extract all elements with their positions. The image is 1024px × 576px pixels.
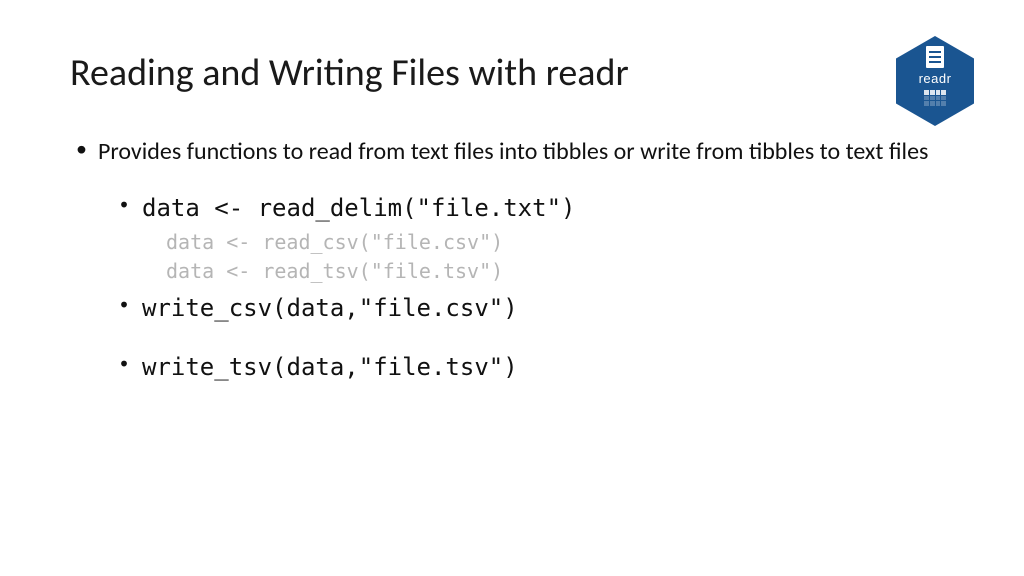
- intro-bullet: Provides functions to read from text fil…: [98, 136, 954, 386]
- code-write-tsv: write_tsv(data,"file.tsv"): [142, 349, 954, 386]
- bullet-list: Provides functions to read from text fil…: [70, 136, 954, 386]
- code-sublist: data <- read_csv("file.csv") data <- rea…: [142, 228, 954, 286]
- code-read-delim: data <- read_delim("file.txt"): [142, 190, 954, 227]
- code-list: data <- read_delim("file.txt") data <- r…: [98, 190, 954, 386]
- slide-title: Reading and Writing Files with readr: [70, 50, 954, 96]
- code-read-tsv: data <- read_tsv("file.tsv"): [142, 257, 954, 286]
- document-icon: [926, 46, 944, 68]
- logo-label: readr: [919, 71, 952, 86]
- code-read-csv: data <- read_csv("file.csv"): [142, 228, 954, 257]
- code-write-csv: write_csv(data,"file.csv"): [142, 290, 954, 327]
- slide-body: Reading and Writing Files with readr Pro…: [0, 0, 1024, 454]
- tibble-icon: [924, 90, 946, 106]
- readr-hex-logo: readr: [896, 36, 974, 126]
- intro-text: Provides functions to read from text fil…: [98, 137, 928, 166]
